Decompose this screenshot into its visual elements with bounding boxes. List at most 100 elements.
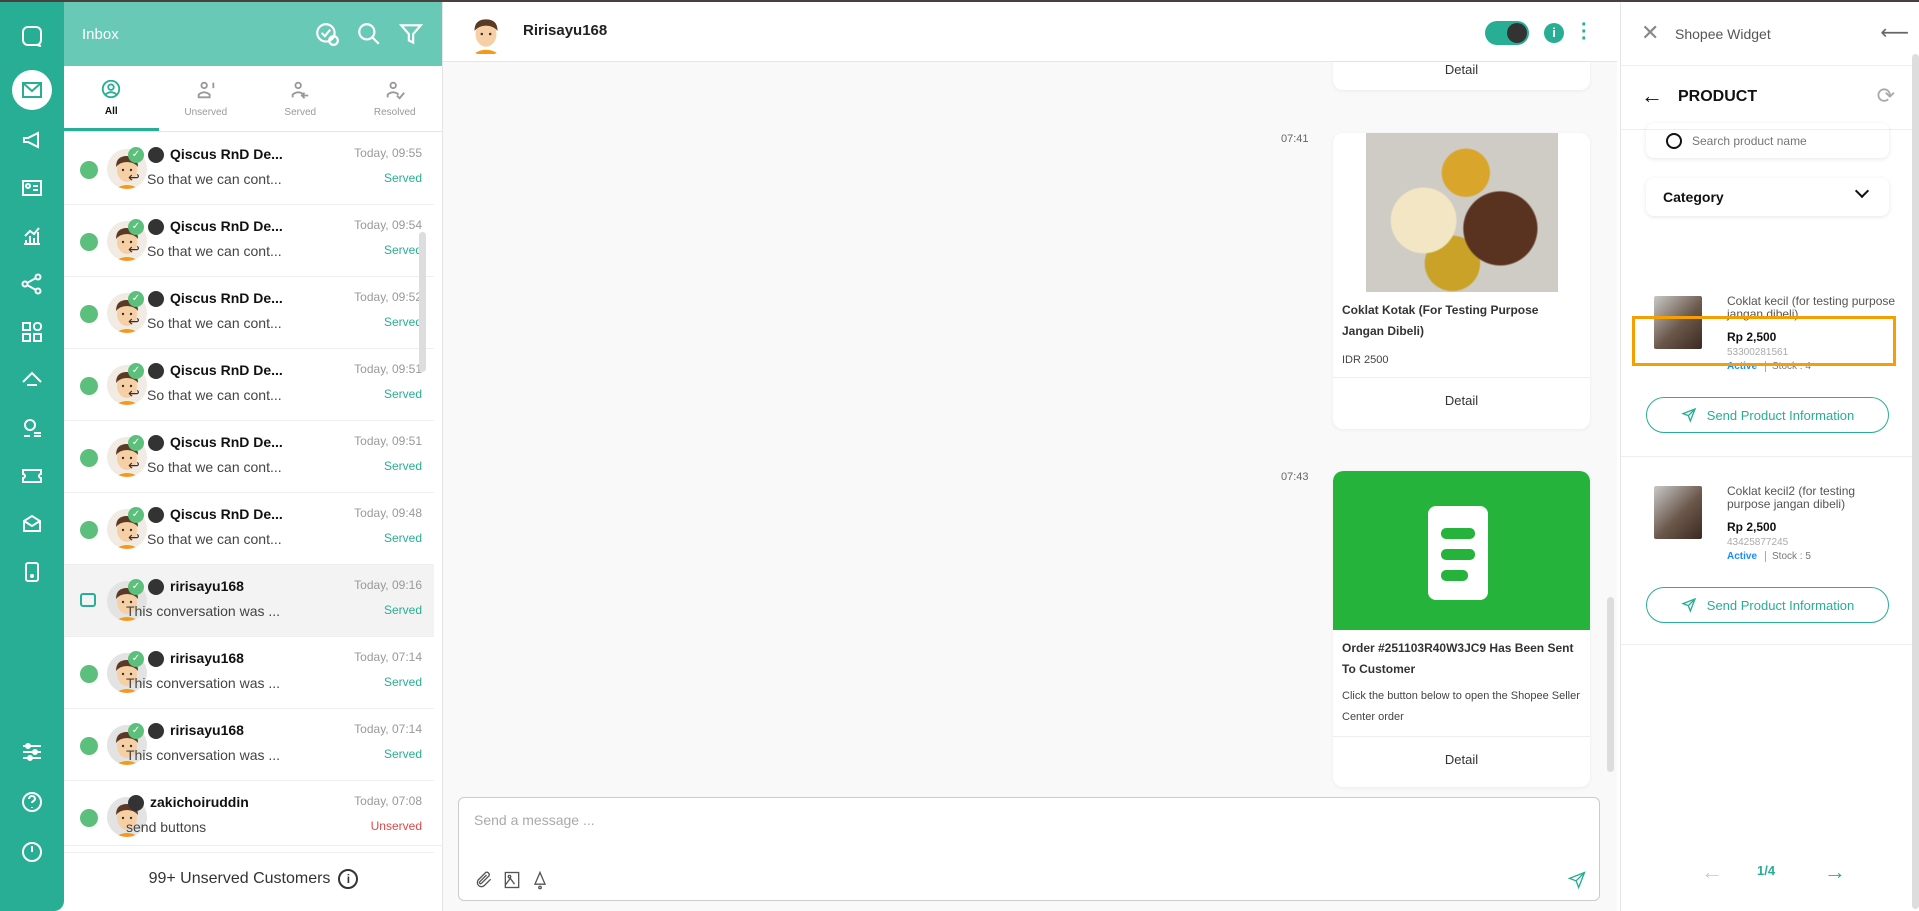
conversation-item[interactable]: ✓ Qiscus RnD De... ↩ So that we can cont...… [64,205,434,277]
list-scrollbar[interactable] [419,232,426,372]
conversation-list: ✓ Qiscus RnD De... ↩ So that we can cont...… [64,133,434,853]
search-icon[interactable] [356,21,382,47]
widget-scrollbar[interactable] [1912,54,1919,909]
bot-icon [148,363,164,379]
contact-name: zakichoiruddin [150,794,249,810]
tab-served[interactable]: Served [253,66,348,131]
page-indicator: 1/4 [1757,863,1776,878]
check-icon: ✓ [128,363,144,379]
check-icon: ✓ [128,579,144,595]
conversation-item[interactable]: ✓ ririsayu168 This conversation was ... Tod… [64,637,434,709]
inbox-icon[interactable] [12,70,52,110]
product-card: Coklat Kotak (For Testing Purpose Jangan… [1333,133,1590,429]
chat-scrollbar[interactable] [1607,597,1614,772]
shopee-widget-panel: ✕ Shopee Widget ⟵ ← PRODUCT ⟳ Category C… [1620,2,1919,911]
back-icon[interactable]: ← [1641,83,1663,109]
tab-resolved[interactable]: Resolved [348,66,443,131]
tickets-icon[interactable] [12,456,52,496]
status-badge: Served [383,747,422,761]
settings-icon[interactable] [12,732,52,772]
message-preview: So that we can cont... [147,171,282,187]
integrations-icon[interactable] [12,264,52,304]
conversation-item[interactable]: zakichoiruddin send buttons Today, 07:08 Un… [64,781,434,853]
conversation-item[interactable]: ✓ Qiscus RnD De... ↩ So that we can cont...… [64,493,434,565]
product-thumbnail [1654,486,1702,539]
detail-button[interactable]: Detail [1333,377,1590,423]
hub-channel-icon [80,665,98,683]
info-icon[interactable]: i [1544,23,1564,43]
widget-header: ✕ Shopee Widget ⟵ [1621,2,1919,66]
hub-channel-icon [80,737,98,755]
reply-icon: ↩ [128,457,140,473]
collapse-icon[interactable]: ⟵ [1880,20,1909,45]
send-icon[interactable] [1567,870,1587,890]
logo-icon[interactable] [12,16,52,56]
next-page-icon[interactable]: → [1824,859,1846,885]
timestamp: Today, 09:48 [354,506,422,520]
card-price: IDR 2500 [1342,354,1389,366]
logout-icon[interactable] [12,832,52,872]
check-icon: ✓ [128,291,144,307]
conversation-item[interactable]: ✓ ririsayu168 This conversation was ... Tod… [64,709,434,781]
reply-icon: ↩ [128,313,140,329]
campaign-icon[interactable] [12,360,52,400]
image-icon[interactable] [502,870,522,890]
send-product-information-button[interactable]: Send Product Information [1646,587,1889,623]
send-product-information-button[interactable]: Send Product Information [1646,397,1889,433]
contact-name: Qiscus RnD De... [170,362,283,378]
tab-icon [102,79,121,98]
help-icon[interactable] [12,782,52,822]
message-input[interactable] [474,812,1374,828]
contact-name: ririsayu168 [170,722,244,738]
prev-page-icon[interactable]: ← [1701,859,1723,885]
analytics-icon[interactable] [12,216,52,256]
order-icon [1333,471,1590,630]
filter-icon[interactable] [398,21,424,47]
detail-button[interactable]: Detail [1333,62,1590,77]
card-title: Coklat Kotak (For Testing Purpose Jangan… [1342,303,1539,338]
tab-unserved[interactable]: Unserved [159,66,254,131]
refresh-icon[interactable]: ⟳ [1877,83,1895,109]
contact-name: Qiscus RnD De... [170,146,283,162]
product-header: ← PRODUCT ⟳ [1621,66,1919,130]
conversation-item[interactable]: ✓ ririsayu168 This conversation was ... Tod… [64,565,434,637]
info-icon[interactable]: i [338,868,359,889]
tab-label: Unserved [184,107,228,118]
bot-toggle[interactable] [1485,21,1529,45]
category-select[interactable]: Category [1646,178,1889,216]
agents-icon[interactable] [12,408,52,448]
status-badge: Served [383,603,422,617]
search-product-input[interactable] [1692,133,1872,148]
category-label: Category [1663,189,1724,205]
reply-icon: ↩ [128,385,140,401]
message-card: Detail [1333,62,1590,90]
whatsapp-check-icon[interactable] [314,21,340,47]
apps-icon[interactable] [12,312,52,352]
contact-name: Qiscus RnD De... [170,506,283,522]
attachment-icon[interactable] [474,870,494,890]
conversation-item[interactable]: ✓ Qiscus RnD De... ↩ So that we can cont...… [64,421,434,493]
contacts-icon[interactable] [12,168,52,208]
broadcast-icon[interactable] [12,120,52,160]
template-icon[interactable] [530,870,550,890]
product-search[interactable] [1646,123,1889,158]
conversation-item[interactable]: ✓ Qiscus RnD De... ↩ So that we can cont...… [64,133,434,205]
archive-icon[interactable] [12,504,52,544]
message-preview: So that we can cont... [147,315,282,331]
status-badge: Served [383,531,422,545]
unserved-footer[interactable]: 99+ Unserved Customers i [64,845,443,911]
mobile-icon[interactable] [12,552,52,592]
order-card: Order #251103R40W3JC9 Has Been Sent To C… [1333,471,1590,787]
message-time: 07:43 [1281,471,1309,483]
tab-all[interactable]: All [64,66,159,131]
close-icon[interactable]: ✕ [1641,20,1659,46]
qiscus-channel-icon [80,449,98,467]
send-icon [1680,407,1696,423]
more-options-icon[interactable]: · · · [1581,15,1588,49]
search-icon [1666,132,1682,149]
conversation-item[interactable]: ✓ Qiscus RnD De... ↩ So that we can cont...… [64,277,434,349]
qiscus-channel-icon [80,305,98,323]
detail-button[interactable]: Detail [1333,736,1590,782]
conversation-item[interactable]: ✓ Qiscus RnD De... ↩ So that we can cont...… [64,349,434,421]
tab-icon [386,81,405,100]
